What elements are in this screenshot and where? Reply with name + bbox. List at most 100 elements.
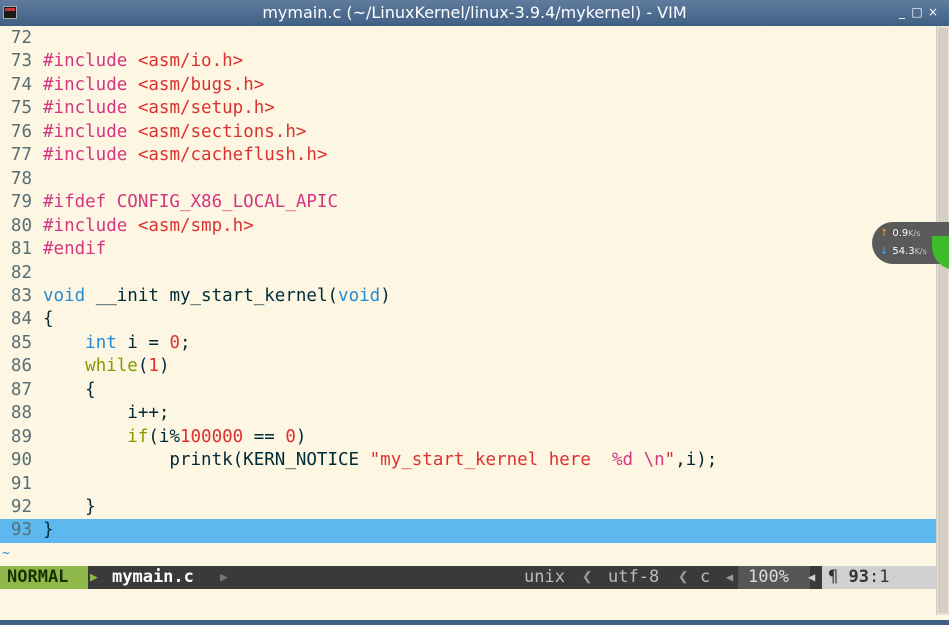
code-text[interactable]: #include <asm/sections.h> xyxy=(43,121,306,144)
code-token: printk(KERN_NOTICE xyxy=(43,450,370,471)
code-text[interactable]: #include <asm/cacheflush.h> xyxy=(43,144,328,167)
code-text[interactable]: void __init my_start_kernel(void) xyxy=(43,285,391,308)
code-line[interactable]: 78 xyxy=(0,168,936,191)
window-titlebar[interactable]: mymain.c (~/LinuxKernel/linux-3.9.4/myke… xyxy=(0,0,949,26)
code-line[interactable]: 73 #include <asm/io.h> xyxy=(0,50,936,73)
code-line[interactable]: 76 #include <asm/sections.h> xyxy=(0,121,936,144)
code-line[interactable]: 91 xyxy=(0,473,936,496)
line-number: 82 xyxy=(10,262,32,283)
upload-arrow-icon: ↑ xyxy=(880,228,889,239)
code-line[interactable]: 75 #include <asm/setup.h> xyxy=(0,97,936,120)
line-number: 84 xyxy=(10,309,32,330)
code-token: ) xyxy=(380,285,391,306)
code-line[interactable]: 85 int i = 0; xyxy=(0,332,936,355)
maximize-button[interactable]: □ xyxy=(910,5,924,19)
code-line[interactable]: 80 #include <asm/smp.h> xyxy=(0,215,936,238)
code-token: #ifdef CONFIG_X86_LOCAL_APIC xyxy=(43,192,339,213)
code-token: 1 xyxy=(148,356,159,377)
line-number: 77 xyxy=(10,145,32,166)
cursor: } xyxy=(43,520,54,541)
code-line[interactable]: 82 xyxy=(0,262,936,285)
percent-label: 100% xyxy=(738,566,810,589)
code-line-current[interactable]: 93} xyxy=(0,519,936,543)
status-line: NORMAL ▶ mymain.c ▶ unix ❮ utf-8 ❮ c ◀ 1… xyxy=(0,566,936,589)
code-text[interactable]: } xyxy=(43,496,96,519)
code-text[interactable]: while(1) xyxy=(43,355,169,378)
code-line[interactable]: 88 i++; xyxy=(0,402,936,425)
code-token: " xyxy=(664,450,676,471)
close-button[interactable]: × xyxy=(926,5,940,19)
command-line[interactable] xyxy=(0,589,936,620)
code-text[interactable]: #include <asm/bugs.h> xyxy=(43,74,264,97)
separator-arrow-icon: ▶ xyxy=(220,570,228,585)
code-line[interactable]: 86 while(1) xyxy=(0,355,936,378)
code-token: 100000 xyxy=(179,426,244,447)
code-token: "my_start_kernel here xyxy=(369,450,612,471)
code-token: #include xyxy=(43,74,128,95)
code-token: i++; xyxy=(43,403,170,424)
cursor-position: ¶ 93:1 xyxy=(822,566,936,589)
code-token: while xyxy=(85,356,138,377)
code-token: ,i); xyxy=(675,450,718,471)
code-token: ; xyxy=(180,332,191,353)
minimize-button[interactable]: _ xyxy=(895,5,909,19)
line-number: 73 xyxy=(10,51,32,72)
code-line[interactable]: 72 xyxy=(0,27,936,50)
code-text[interactable]: #include <asm/smp.h> xyxy=(43,215,254,238)
code-text[interactable]: #ifdef CONFIG_X86_LOCAL_APIC xyxy=(43,191,338,214)
filename-label: mymain.c xyxy=(112,567,194,587)
code-text[interactable]: #endif xyxy=(43,238,106,261)
scrollbar-thumb[interactable] xyxy=(938,28,948,613)
code-text[interactable]: { xyxy=(43,379,96,402)
code-token: <asm/setup.h> xyxy=(137,98,275,119)
vertical-scrollbar[interactable] xyxy=(936,26,949,615)
code-token: (i% xyxy=(148,426,180,447)
code-line[interactable]: 77 #include <asm/cacheflush.h> xyxy=(0,144,936,167)
code-line[interactable]: 90 printk(KERN_NOTICE "my_start_kernel h… xyxy=(0,449,936,472)
code-line[interactable]: 92 } xyxy=(0,496,936,519)
line-number: 93 xyxy=(10,520,32,541)
code-line[interactable]: 87 { xyxy=(0,379,936,402)
code-text[interactable]: printk(KERN_NOTICE "my_start_kernel here… xyxy=(43,449,717,472)
code-token: <asm/sections.h> xyxy=(137,121,307,142)
code-line[interactable]: 83 void __init my_start_kernel(void) xyxy=(0,285,936,308)
code-token: #endif xyxy=(43,239,107,260)
code-token: { xyxy=(43,379,96,400)
code-text[interactable]: } xyxy=(43,519,54,542)
code-text[interactable]: i++; xyxy=(43,402,169,425)
code-line[interactable]: 79 #ifdef CONFIG_X86_LOCAL_APIC xyxy=(0,191,936,214)
filetype-label: c xyxy=(700,567,711,587)
code-token: } xyxy=(43,497,96,517)
code-token: #include xyxy=(43,51,128,72)
code-line[interactable]: 81 #endif xyxy=(0,238,936,261)
upload-speed: ↑ 0.9K/s xyxy=(880,226,920,242)
code-token: __init my_start_kernel( xyxy=(85,285,339,306)
network-speed-widget[interactable]: ↑ 0.9K/s ↓ 54.3K/s xyxy=(872,222,949,270)
code-text[interactable]: #include <asm/setup.h> xyxy=(43,97,275,120)
line-number: 85 xyxy=(10,332,32,353)
chevron-left-icon: ❮ xyxy=(582,567,593,587)
line-number: 88 xyxy=(10,403,32,424)
code-text[interactable]: int i = 0; xyxy=(43,332,191,355)
code-text[interactable]: { xyxy=(43,308,54,331)
line-number: 93 xyxy=(848,567,869,587)
code-text[interactable]: #include <asm/io.h> xyxy=(43,50,243,73)
code-line[interactable]: 84 { xyxy=(0,308,936,331)
code-text[interactable]: if(i%100000 == 0) xyxy=(43,426,306,449)
editor-buffer[interactable]: 72 73 #include <asm/io.h> 74 #include <asm/b… xyxy=(0,26,936,565)
code-token: <asm/cacheflush.h> xyxy=(137,145,328,166)
code-line[interactable]: 89 if(i%100000 == 0) xyxy=(0,426,936,449)
pilcrow-icon: ¶ xyxy=(828,567,839,587)
line-number: 87 xyxy=(10,379,32,400)
line-number: 89 xyxy=(10,426,32,447)
code-token: if xyxy=(127,426,149,447)
code-line[interactable]: 74 #include <asm/bugs.h> xyxy=(0,74,936,97)
code-token: ( xyxy=(137,356,149,377)
line-number: 91 xyxy=(10,473,32,494)
code-token: 0 xyxy=(169,332,180,353)
